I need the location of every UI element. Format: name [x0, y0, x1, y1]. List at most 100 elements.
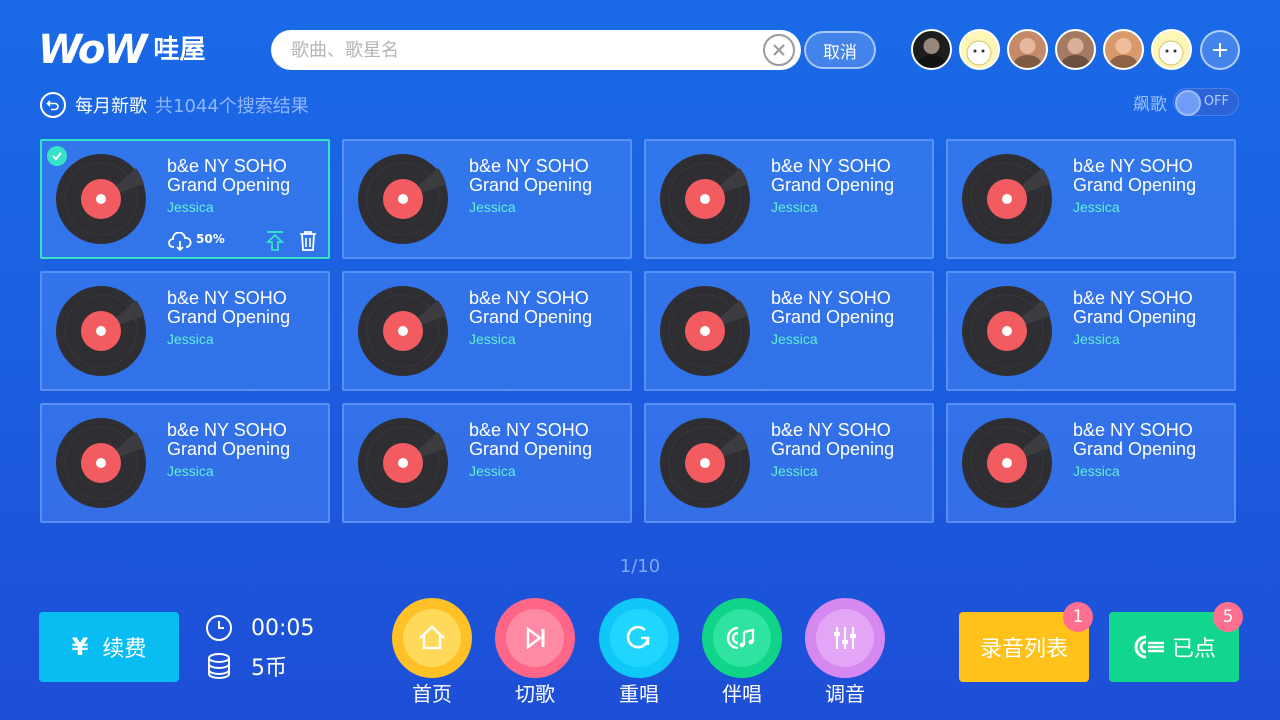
vinyl-disc-icon — [56, 418, 146, 508]
song-title: b&e NY SOHO Grand Opening — [167, 288, 291, 327]
song-title: b&e NY SOHO Grand Opening — [167, 420, 291, 459]
song-card[interactable]: b&e NY SOHO Grand Opening Jessica 50% — [40, 139, 330, 259]
queued-count-badge: 5 — [1213, 602, 1243, 632]
tune-icon — [834, 627, 856, 649]
song-singer: Jessica — [167, 331, 214, 347]
next-label: 切歌 — [515, 682, 555, 706]
move-to-top-icon[interactable] — [265, 230, 285, 252]
record-list-label: 录音列表 — [979, 637, 1068, 662]
song-singer: Jessica — [469, 463, 516, 479]
song-card[interactable]: b&e NY SOHO Grand Opening Jessica — [946, 139, 1236, 259]
avatar[interactable] — [911, 29, 952, 70]
song-title: b&e NY SOHO Grand Opening — [1073, 288, 1197, 327]
search-bar — [271, 30, 801, 70]
song-card[interactable]: b&e NY SOHO Grand Opening Jessica — [644, 271, 934, 391]
section-title: 每月新歌 — [75, 96, 147, 117]
accompany-inner — [713, 609, 771, 667]
tune-button[interactable]: 调音 — [805, 598, 885, 706]
avatar[interactable] — [1055, 29, 1096, 70]
avatar[interactable] — [1151, 29, 1192, 70]
home-button[interactable]: 首页 — [392, 598, 472, 706]
vinyl-disc-icon — [56, 286, 146, 376]
coins-value: 5币 — [251, 656, 287, 681]
coins: 5币 — [205, 651, 287, 681]
record-count-badge: 1 — [1063, 602, 1093, 632]
song-singer: Jessica — [1073, 199, 1120, 215]
timer: 00:05 — [205, 613, 314, 643]
song-grid: b&e NY SOHO Grand Opening Jessica 50% b&… — [40, 139, 1236, 523]
song-card[interactable]: b&e NY SOHO Grand Opening Jessica — [40, 271, 330, 391]
queued-songs-button[interactable]: 已点 5 — [1109, 602, 1243, 682]
home-label: 首页 — [412, 682, 452, 706]
biaoge-toggle[interactable]: OFF — [1173, 88, 1239, 116]
back-button[interactable] — [40, 92, 66, 118]
song-card[interactable]: b&e NY SOHO Grand Opening Jessica — [644, 403, 934, 523]
song-title: b&e NY SOHO Grand Opening — [469, 288, 593, 327]
next-circle — [495, 598, 575, 678]
replay-label: 重唱 — [619, 682, 659, 706]
replay-circle — [599, 598, 679, 678]
replay-inner — [610, 609, 668, 667]
song-singer: Jessica — [469, 199, 516, 215]
song-singer: Jessica — [771, 331, 818, 347]
section-header: 每月新歌 共1044个搜索结果 — [40, 92, 309, 118]
song-card[interactable]: b&e NY SOHO Grand Opening Jessica — [342, 139, 632, 259]
logo-wordmark: WoW — [38, 27, 148, 73]
avatar[interactable] — [1103, 29, 1144, 70]
record-list-button[interactable]: 录音列表 1 — [959, 602, 1093, 682]
search-input[interactable] — [291, 39, 751, 61]
vinyl-disc-icon — [358, 418, 448, 508]
renew-label: 续费 — [102, 637, 147, 662]
vinyl-disc-icon — [660, 154, 750, 244]
song-singer: Jessica — [771, 199, 818, 215]
clock-icon — [206, 615, 232, 641]
song-card[interactable]: b&e NY SOHO Grand Opening Jessica — [40, 403, 330, 523]
vinyl-disc-icon — [358, 286, 448, 376]
clear-search-button[interactable] — [763, 34, 795, 66]
song-title: b&e NY SOHO Grand Opening — [771, 420, 895, 459]
renew-button[interactable]: ¥ 续费 — [39, 612, 179, 682]
song-card[interactable]: b&e NY SOHO Grand Opening Jessica — [342, 403, 632, 523]
next-button[interactable]: 切歌 — [495, 598, 575, 706]
song-title: b&e NY SOHO Grand Opening — [167, 156, 291, 195]
logo-cn-text: 哇屋 — [153, 35, 206, 65]
vinyl-disc-icon — [660, 418, 750, 508]
vinyl-disc-icon — [962, 286, 1052, 376]
queued-label: 已点 — [1171, 637, 1216, 662]
delete-icon[interactable] — [298, 230, 318, 252]
plus-icon — [1213, 43, 1227, 57]
vinyl-disc-icon — [56, 154, 146, 244]
download-progress: 50% — [196, 232, 225, 246]
song-title: b&e NY SOHO Grand Opening — [771, 156, 895, 195]
vinyl-disc-icon — [962, 418, 1052, 508]
song-singer: Jessica — [1073, 463, 1120, 479]
tune-inner — [816, 609, 874, 667]
accompany-icon — [726, 626, 755, 650]
card-tools: 50% — [168, 230, 318, 252]
vinyl-disc-icon — [660, 286, 750, 376]
avatar[interactable] — [959, 29, 1000, 70]
song-title: b&e NY SOHO Grand Opening — [469, 156, 593, 195]
cancel-button[interactable]: 取消 — [804, 31, 876, 69]
song-card[interactable]: b&e NY SOHO Grand Opening Jessica — [342, 271, 632, 391]
home-circle — [392, 598, 472, 678]
tune-circle — [805, 598, 885, 678]
song-card[interactable]: b&e NY SOHO Grand Opening Jessica — [946, 403, 1236, 523]
song-title: b&e NY SOHO Grand Opening — [771, 288, 895, 327]
replay-icon — [626, 625, 650, 649]
result-count: 共1044个搜索结果 — [155, 96, 309, 117]
accompany-button[interactable]: 伴唱 — [702, 598, 782, 706]
biaoge-toggle-row: 飙歌 OFF — [1133, 88, 1239, 116]
cloud-download-icon — [168, 232, 192, 252]
user-avatars — [911, 29, 1192, 70]
song-singer: Jessica — [167, 463, 214, 479]
song-card[interactable]: b&e NY SOHO Grand Opening Jessica — [946, 271, 1236, 391]
song-card[interactable]: b&e NY SOHO Grand Opening Jessica — [644, 139, 934, 259]
song-singer: Jessica — [1073, 331, 1120, 347]
song-title: b&e NY SOHO Grand Opening — [1073, 420, 1197, 459]
replay-button[interactable]: 重唱 — [599, 598, 679, 706]
avatar[interactable] — [1007, 29, 1048, 70]
app-logo: WoW 哇屋 — [38, 28, 206, 72]
toggle-state: OFF — [1203, 94, 1229, 109]
add-user-button[interactable] — [1200, 30, 1240, 70]
